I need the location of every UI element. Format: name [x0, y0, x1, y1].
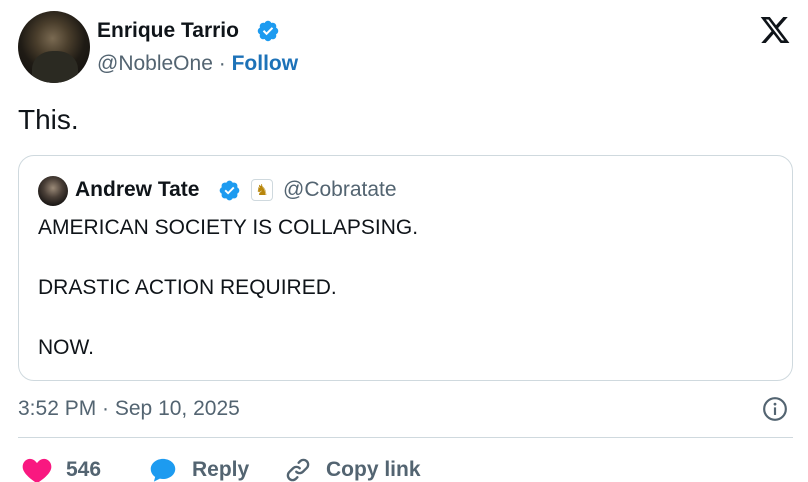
divider: [18, 437, 793, 438]
follow-button[interactable]: Follow: [232, 52, 299, 75]
author-avatar[interactable]: [18, 11, 90, 83]
x-logo-icon[interactable]: [758, 14, 792, 46]
quoted-text-line: DRASTIC ACTION REQUIRED.: [38, 276, 337, 299]
link-icon: [286, 458, 310, 482]
info-icon[interactable]: [762, 396, 788, 422]
copy-link-label: Copy link: [326, 458, 421, 481]
author-handle[interactable]: @NobleOne: [97, 52, 213, 75]
quoted-author-name: Andrew Tate: [75, 178, 200, 201]
tweet-timestamp[interactable]: 3:52 PM · Sep 10, 2025: [18, 395, 240, 423]
author-handle-row: @NobleOne · Follow: [97, 50, 298, 78]
tweet-text: This.: [18, 104, 79, 135]
reply-button[interactable]: Reply: [148, 455, 249, 482]
quoted-author-avatar: [38, 176, 68, 206]
copy-link-button[interactable]: Copy link: [284, 455, 421, 482]
quoted-text-line: AMERICAN SOCIETY IS COLLAPSING.: [38, 216, 419, 239]
separator-dot: ·: [218, 52, 226, 75]
quoted-tweet-card[interactable]: Andrew Tate ♞ @Cobratate AMERICAN SOCIET…: [18, 155, 793, 381]
verified-badge-icon: [257, 20, 279, 42]
reply-bubble-icon: [150, 458, 176, 482]
heart-icon: [22, 458, 52, 482]
quoted-text-line: NOW.: [38, 336, 94, 359]
chess-knight-icon: ♞: [251, 179, 273, 201]
reply-label: Reply: [192, 458, 250, 481]
author-name[interactable]: Enrique Tarrio: [97, 17, 239, 45]
like-button[interactable]: 546: [22, 455, 101, 482]
quoted-verified-badge-icon: [219, 180, 240, 201]
like-count: 546: [66, 458, 102, 481]
quoted-author-handle: @Cobratate: [283, 178, 397, 201]
